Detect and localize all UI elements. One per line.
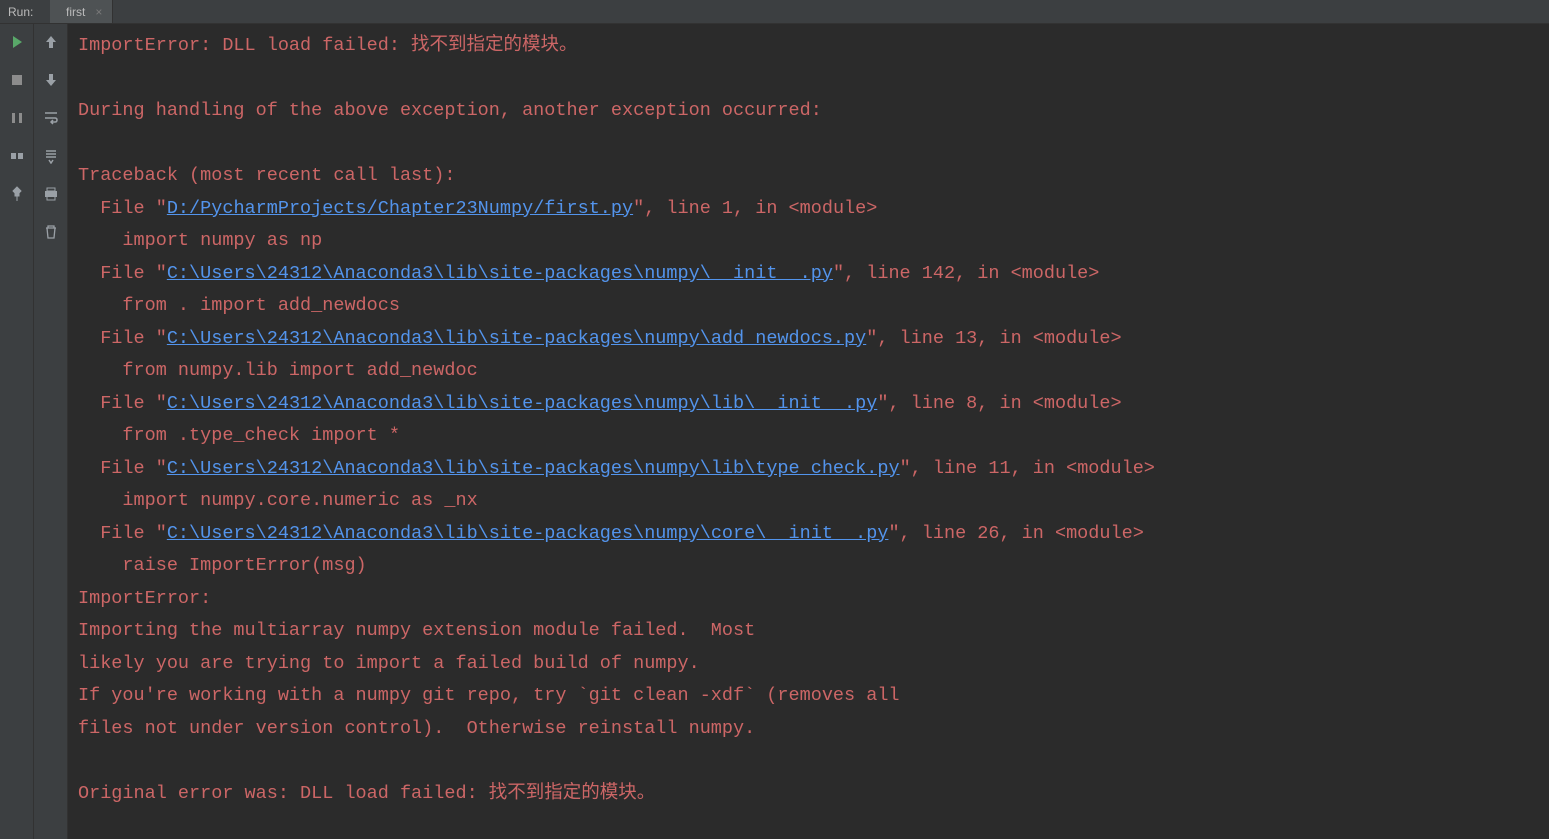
code-line: import numpy as np xyxy=(78,230,322,251)
run-panel-body: ImportError: DLL load failed: 找不到指定的模块。 … xyxy=(0,24,1549,839)
file-prefix: File " xyxy=(78,393,167,414)
file-suffix: ", line 13, in <module> xyxy=(866,328,1121,349)
file-suffix: ", line 26, in <module> xyxy=(888,523,1143,544)
code-line: from numpy.lib import add_newdoc xyxy=(78,360,478,381)
print-button[interactable] xyxy=(41,184,61,204)
console-output[interactable]: ImportError: DLL load failed: 找不到指定的模块。 … xyxy=(68,24,1549,839)
file-prefix: File " xyxy=(78,458,167,479)
scroll-end-button[interactable] xyxy=(41,146,61,166)
file-link[interactable]: C:\Users\24312\Anaconda3\lib\site-packag… xyxy=(167,523,889,544)
trash-button[interactable] xyxy=(41,222,61,242)
pause-button[interactable] xyxy=(7,108,27,128)
msg-line: Original error was: DLL load failed: 找不到… xyxy=(78,783,655,804)
file-suffix: ", line 142, in <module> xyxy=(833,263,1099,284)
left-action-gutter xyxy=(0,24,34,839)
msg-line: ImportError: xyxy=(78,588,222,609)
file-link[interactable]: C:\Users\24312\Anaconda3\lib\site-packag… xyxy=(167,263,833,284)
code-line: import numpy.core.numeric as _nx xyxy=(78,490,478,511)
rerun-button[interactable] xyxy=(7,32,27,52)
file-link[interactable]: D:/PycharmProjects/Chapter23Numpy/first.… xyxy=(167,198,633,219)
file-suffix: ", line 8, in <module> xyxy=(877,393,1121,414)
msg-line: files not under version control). Otherw… xyxy=(78,718,755,739)
run-tab-first[interactable]: first × xyxy=(50,0,113,23)
close-tab-button[interactable]: × xyxy=(95,5,102,19)
code-line: from . import add_newdocs xyxy=(78,295,400,316)
run-panel-header: Run: first × xyxy=(0,0,1549,24)
second-action-gutter xyxy=(34,24,68,839)
msg-line: likely you are trying to import a failed… xyxy=(78,653,700,674)
file-prefix: File " xyxy=(78,198,167,219)
file-suffix: ", line 11, in <module> xyxy=(900,458,1155,479)
down-arrow-button[interactable] xyxy=(41,70,61,90)
file-suffix: ", line 1, in <module> xyxy=(633,198,877,219)
console-line: ImportError: DLL load failed: 找不到指定的模块。 xyxy=(78,35,578,56)
file-link[interactable]: C:\Users\24312\Anaconda3\lib\site-packag… xyxy=(167,393,878,414)
console-line: During handling of the above exception, … xyxy=(78,100,822,121)
file-prefix: File " xyxy=(78,328,167,349)
layout-button[interactable] xyxy=(7,146,27,166)
console-line: Traceback (most recent call last): xyxy=(78,165,455,186)
soft-wrap-button[interactable] xyxy=(41,108,61,128)
file-link[interactable]: C:\Users\24312\Anaconda3\lib\site-packag… xyxy=(167,458,900,479)
up-arrow-button[interactable] xyxy=(41,32,61,52)
file-link[interactable]: C:\Users\24312\Anaconda3\lib\site-packag… xyxy=(167,328,866,349)
code-line: from .type_check import * xyxy=(78,425,400,446)
tab-label: first xyxy=(66,5,85,19)
file-prefix: File " xyxy=(78,263,167,284)
file-prefix: File " xyxy=(78,523,167,544)
code-line: raise ImportError(msg) xyxy=(78,555,367,576)
msg-line: If you're working with a numpy git repo,… xyxy=(78,685,900,706)
pin-button[interactable] xyxy=(7,184,27,204)
run-label: Run: xyxy=(0,0,50,23)
msg-line: Importing the multiarray numpy extension… xyxy=(78,620,755,641)
stop-button[interactable] xyxy=(7,70,27,90)
